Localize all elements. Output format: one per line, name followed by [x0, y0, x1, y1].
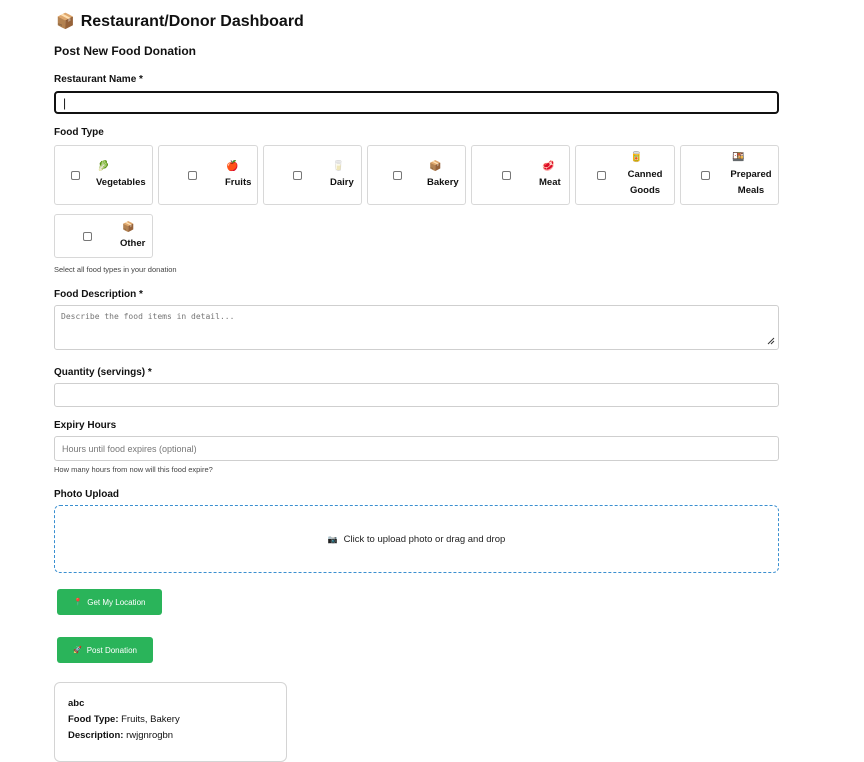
dairy-icon: 🥛 — [332, 161, 345, 172]
donation-card-description: Description: rwjgnrogbn — [68, 730, 173, 741]
restaurant-name-input[interactable]: | — [54, 91, 779, 114]
bakery-checkbox[interactable] — [393, 171, 402, 180]
expiry-hours-input[interactable]: Hours until food expires (optional) — [54, 436, 779, 461]
vegetables-checkbox[interactable] — [71, 171, 80, 180]
get-my-location-button[interactable]: 📍 Get My Location — [57, 589, 162, 615]
fruits-icon: 🍎 — [226, 161, 239, 172]
rocket-icon: 🚀 — [73, 647, 82, 654]
other-checkbox[interactable] — [83, 232, 92, 241]
restaurant-name-label: Restaurant Name * — [54, 74, 143, 85]
post-donation-button[interactable]: 🚀 Post Donation — [57, 637, 153, 663]
photo-upload-label: Photo Upload — [54, 489, 119, 500]
pin-icon: 📍 — [73, 599, 83, 606]
quantity-label: Quantity (servings) * — [54, 367, 152, 378]
food-type-value: Fruits, Bakery — [121, 714, 180, 725]
prepared-meals-icon: 🍱 — [732, 152, 745, 163]
canned-goods-icon: 🥫 — [630, 152, 643, 163]
food-type-option-dairy[interactable]: 🥛 Dairy — [263, 145, 362, 205]
description-key: Description: — [68, 730, 124, 741]
dairy-checkbox[interactable] — [293, 171, 302, 180]
canned-goods-checkbox[interactable] — [597, 171, 606, 180]
post-donation-label: Post Donation — [86, 645, 137, 655]
expiry-hours-placeholder: Hours until food expires (optional) — [62, 443, 197, 454]
donation-card-food-type: Food Type: Fruits, Bakery — [68, 714, 180, 725]
meat-label: Meat — [539, 177, 561, 188]
dairy-label: Dairy — [330, 177, 354, 188]
fruits-label: Fruits — [225, 177, 252, 188]
meat-icon: 🥩 — [542, 161, 555, 172]
expiry-hours-label: Expiry Hours — [54, 420, 117, 431]
donation-card: abc Food Type: Fruits, Bakery Descriptio… — [54, 682, 287, 762]
vegetables-icon: 🥬 — [97, 161, 110, 172]
meat-checkbox[interactable] — [502, 171, 511, 180]
food-type-option-fruits[interactable]: 🍎 Fruits — [158, 145, 258, 205]
food-type-option-meat[interactable]: 🥩 Meat — [471, 145, 570, 205]
photo-upload-text: Click to upload photo or drag and drop — [343, 533, 506, 545]
vegetables-label: Vegetables — [96, 177, 146, 188]
food-type-option-prepared-meals[interactable]: 🍱 Prepared Meals — [680, 145, 779, 205]
food-type-option-vegetables[interactable]: 🥬 Vegetables — [54, 145, 153, 205]
camera-icon: 📷 — [327, 534, 338, 544]
quantity-input[interactable] — [54, 383, 779, 407]
expiry-hours-help: How many hours from now will this food e… — [54, 465, 213, 474]
bakery-icon: 📦 — [429, 161, 442, 172]
other-label: Other — [120, 238, 146, 249]
photo-upload-dropzone[interactable]: 📷 Click to upload photo or drag and drop — [54, 505, 779, 573]
food-type-label: Food Type — [54, 127, 104, 138]
prepared-meals-checkbox[interactable] — [701, 171, 710, 180]
bakery-label: Bakery — [427, 177, 459, 188]
food-type-key: Food Type: — [68, 714, 119, 725]
page-title: 📦 Restaurant/Donor Dashboard — [56, 12, 304, 31]
form-title: Post New Food Donation — [54, 44, 196, 58]
food-type-option-canned-goods[interactable]: 🥫 Canned Goods — [575, 145, 675, 205]
package-icon: 📦 — [56, 13, 75, 30]
get-my-location-label: Get My Location — [87, 597, 146, 607]
fruits-checkbox[interactable] — [188, 171, 197, 180]
page-title-text: Restaurant/Donor Dashboard — [80, 13, 304, 30]
food-description-label: Food Description * — [54, 289, 143, 300]
other-icon: 📦 — [122, 222, 135, 233]
food-type-help: Select all food types in your donation — [54, 265, 177, 274]
donation-card-title: abc — [68, 698, 85, 709]
canned-goods-label: Canned Goods — [627, 169, 663, 196]
food-type-option-bakery[interactable]: 📦 Bakery — [367, 145, 466, 205]
food-description-textarea[interactable] — [54, 305, 779, 350]
food-type-option-other[interactable]: 📦 Other — [54, 214, 153, 258]
prepared-meals-label: Prepared Meals — [730, 169, 772, 196]
text-cursor: | — [63, 95, 67, 110]
description-value: rwjgnrogbn — [126, 730, 174, 741]
resize-handle-icon[interactable] — [767, 337, 775, 345]
